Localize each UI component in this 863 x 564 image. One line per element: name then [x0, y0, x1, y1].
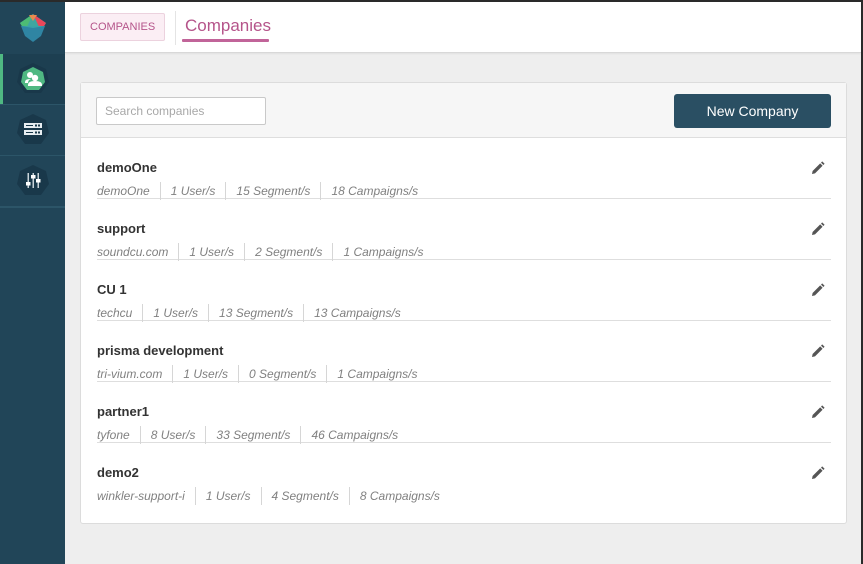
company-users: 1 User/s	[142, 304, 208, 322]
companies-card: New Company demoOne demoOne 1 User/s 15 …	[80, 82, 847, 524]
company-name[interactable]: CU 1	[97, 282, 127, 297]
company-campaigns: 18 Campaigns/s	[320, 182, 428, 200]
active-tab-underline	[182, 39, 269, 42]
sidebar-item-companies[interactable]	[0, 54, 65, 105]
pencil-icon	[811, 344, 825, 358]
new-company-button[interactable]: New Company	[674, 94, 831, 128]
company-meta: tyfone 8 User/s 33 Segment/s 46 Campaign…	[97, 426, 831, 444]
edit-company-button[interactable]	[809, 342, 827, 360]
company-users: 8 User/s	[140, 426, 206, 444]
company-meta: techcu 1 User/s 13 Segment/s 13 Campaign…	[97, 304, 831, 322]
company-name[interactable]: demoOne	[97, 160, 157, 175]
company-row: CU 1 techcu 1 User/s 13 Segment/s 13 Cam…	[97, 260, 831, 321]
sidebar-item-servers[interactable]	[0, 105, 65, 156]
users-icon	[15, 61, 51, 97]
prisma-logo-icon	[17, 12, 49, 44]
company-campaigns: 8 Campaigns/s	[349, 487, 450, 505]
company-campaigns: 1 Campaigns/s	[332, 243, 433, 261]
company-users: 1 User/s	[172, 365, 238, 383]
company-row: demoOne demoOne 1 User/s 15 Segment/s 18…	[97, 138, 831, 199]
company-segments: 13 Segment/s	[208, 304, 303, 322]
edit-company-button[interactable]	[809, 159, 827, 177]
page-header: COMPANIES Companies	[65, 2, 861, 53]
company-name[interactable]: demo2	[97, 465, 139, 480]
pencil-icon	[811, 466, 825, 480]
company-users: 1 User/s	[160, 182, 226, 200]
company-row: support soundcu.com 1 User/s 2 Segment/s…	[97, 199, 831, 260]
company-name[interactable]: prisma development	[97, 343, 223, 358]
company-campaigns: 13 Campaigns/s	[303, 304, 411, 322]
company-domain: techcu	[97, 304, 142, 322]
company-row: partner1 tyfone 8 User/s 33 Segment/s 46…	[97, 382, 831, 443]
company-domain: tyfone	[97, 426, 140, 444]
page-title: Companies	[185, 16, 271, 40]
sidebar	[0, 2, 65, 564]
company-domain: winkler-support-i	[97, 487, 195, 505]
company-segments: 0 Segment/s	[238, 365, 326, 383]
company-name[interactable]: support	[97, 221, 145, 236]
app-frame: COMPANIES Companies New Company demoOne …	[0, 2, 861, 564]
sidebar-item-settings[interactable]	[0, 156, 65, 207]
pencil-icon	[811, 405, 825, 419]
company-campaigns: 1 Campaigns/s	[326, 365, 427, 383]
breadcrumb-companies[interactable]: COMPANIES	[80, 13, 165, 41]
company-segments: 15 Segment/s	[225, 182, 320, 200]
pencil-icon	[811, 283, 825, 297]
edit-company-button[interactable]	[809, 403, 827, 421]
edit-company-button[interactable]	[809, 220, 827, 238]
company-domain: demoOne	[97, 182, 160, 200]
header-divider	[175, 11, 176, 45]
edit-company-button[interactable]	[809, 464, 827, 482]
company-meta: tri-vium.com 1 User/s 0 Segment/s 1 Camp…	[97, 365, 831, 383]
company-segments: 4 Segment/s	[261, 487, 349, 505]
app-logo[interactable]	[0, 2, 65, 54]
sidebar-empty-area	[0, 207, 65, 564]
company-name[interactable]: partner1	[97, 404, 149, 419]
company-list: demoOne demoOne 1 User/s 15 Segment/s 18…	[81, 138, 846, 504]
company-domain: soundcu.com	[97, 243, 178, 261]
sliders-icon	[15, 163, 51, 199]
company-campaigns: 46 Campaigns/s	[300, 426, 408, 444]
pencil-icon	[811, 222, 825, 236]
company-meta: demoOne 1 User/s 15 Segment/s 18 Campaig…	[97, 182, 831, 200]
company-users: 1 User/s	[178, 243, 244, 261]
server-icon	[15, 112, 51, 148]
company-row: prisma development tri-vium.com 1 User/s…	[97, 321, 831, 382]
company-domain: tri-vium.com	[97, 365, 172, 383]
card-toolbar: New Company	[81, 83, 846, 138]
company-row: demo2 winkler-support-i 1 User/s 4 Segme…	[97, 443, 831, 504]
search-companies-input[interactable]	[96, 97, 266, 125]
edit-company-button[interactable]	[809, 281, 827, 299]
pencil-icon	[811, 161, 825, 175]
company-meta: soundcu.com 1 User/s 2 Segment/s 1 Campa…	[97, 243, 831, 261]
company-segments: 2 Segment/s	[244, 243, 332, 261]
company-meta: winkler-support-i 1 User/s 4 Segment/s 8…	[97, 487, 831, 505]
company-users: 1 User/s	[195, 487, 261, 505]
company-segments: 33 Segment/s	[205, 426, 300, 444]
